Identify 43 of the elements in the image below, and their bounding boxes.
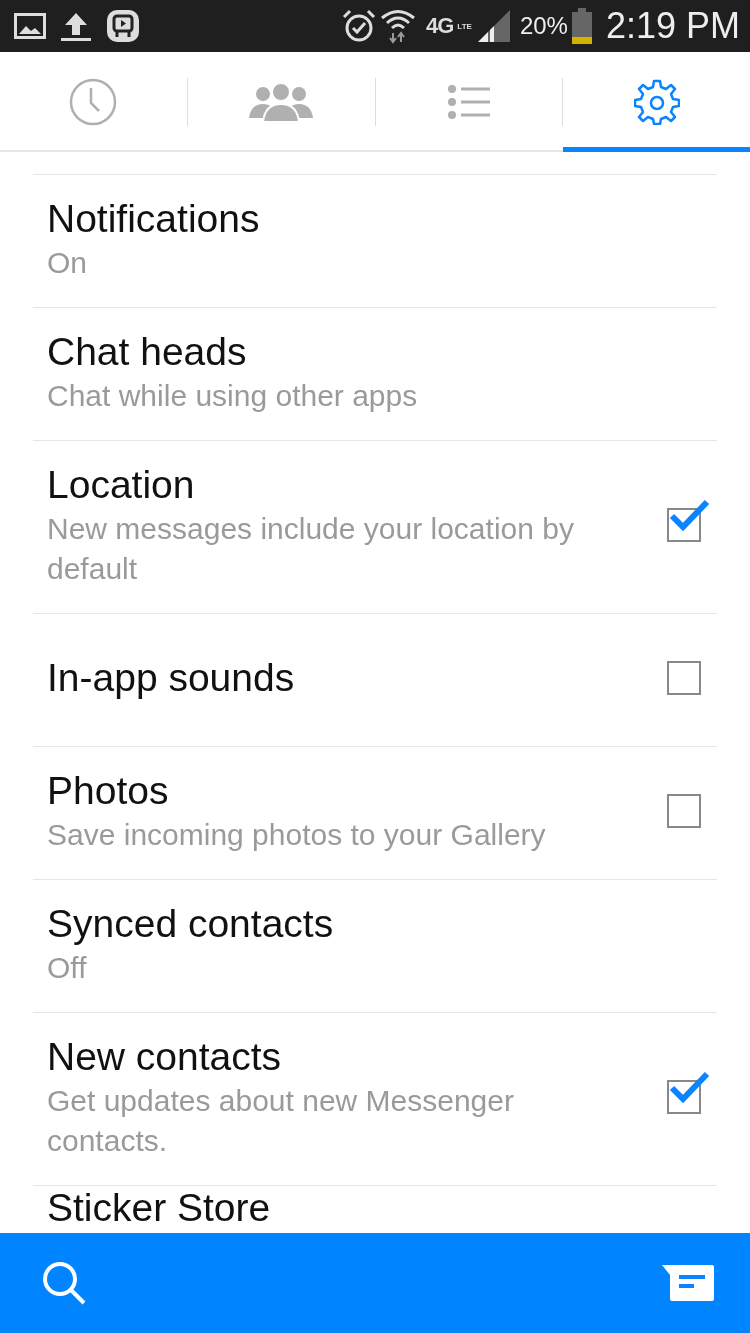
compose-message-icon[interactable] xyxy=(662,1265,714,1301)
clock-time: 2:19 PM xyxy=(605,5,740,47)
image-icon xyxy=(14,13,46,39)
setting-subtitle: Get updates about new Messenger contacts. xyxy=(47,1083,515,1159)
setting-title: Notifications xyxy=(47,196,261,242)
setting-subtitle: Chat while using other apps xyxy=(47,378,419,414)
setting-subtitle: New messages include your location by default xyxy=(47,511,575,587)
setting-title: Synced contacts xyxy=(47,901,335,947)
settings-row[interactable]: Chat heads Chat while using other apps xyxy=(33,308,717,441)
setting-subtitle: Save incoming photos to your Gallery xyxy=(47,817,547,853)
settings-row[interactable]: Sticker Store xyxy=(33,1186,717,1228)
checkbox[interactable] xyxy=(667,498,711,542)
checkmark-icon xyxy=(668,1071,710,1105)
setting-subtitle: Off xyxy=(47,950,88,986)
clock-icon xyxy=(69,77,118,126)
setting-title: New contacts xyxy=(47,1034,283,1080)
settings-row[interactable]: In-app sounds xyxy=(33,614,717,747)
wifi-icon xyxy=(380,8,416,44)
setting-title: Location xyxy=(47,462,196,508)
settings-row[interactable]: Synced contacts Off xyxy=(33,880,717,1013)
checkbox[interactable] xyxy=(667,1070,711,1114)
video-app-icon xyxy=(106,9,140,43)
setting-title: Chat heads xyxy=(47,329,248,375)
search-icon[interactable] xyxy=(42,1261,86,1305)
checkmark-icon xyxy=(668,499,710,533)
settings-row[interactable]: Notifications On xyxy=(33,175,717,308)
people-icon xyxy=(249,81,314,122)
settings-row[interactable]: Location New messages include your location by default xyxy=(33,441,717,614)
signal-icon xyxy=(477,10,510,42)
network-type: 4G xyxy=(426,13,454,39)
list-icon xyxy=(447,84,490,119)
setting-title: Sticker Store xyxy=(47,1188,272,1228)
setting-title: Photos xyxy=(47,768,170,814)
battery-percent: 20% xyxy=(519,12,568,40)
setting-subtitle: On xyxy=(47,245,89,281)
upload-icon xyxy=(60,11,92,41)
battery-icon xyxy=(571,8,592,44)
setting-title: In-app sounds xyxy=(47,655,296,701)
network-subtype: LTE xyxy=(457,21,472,31)
settings-icon xyxy=(633,78,680,125)
settings-row[interactable]: New contacts Get updates about new Messenger contacts. xyxy=(33,1013,717,1186)
alarm-icon xyxy=(342,9,376,43)
settings-row[interactable]: Photos Save incoming photos to your Gallery xyxy=(33,747,717,880)
